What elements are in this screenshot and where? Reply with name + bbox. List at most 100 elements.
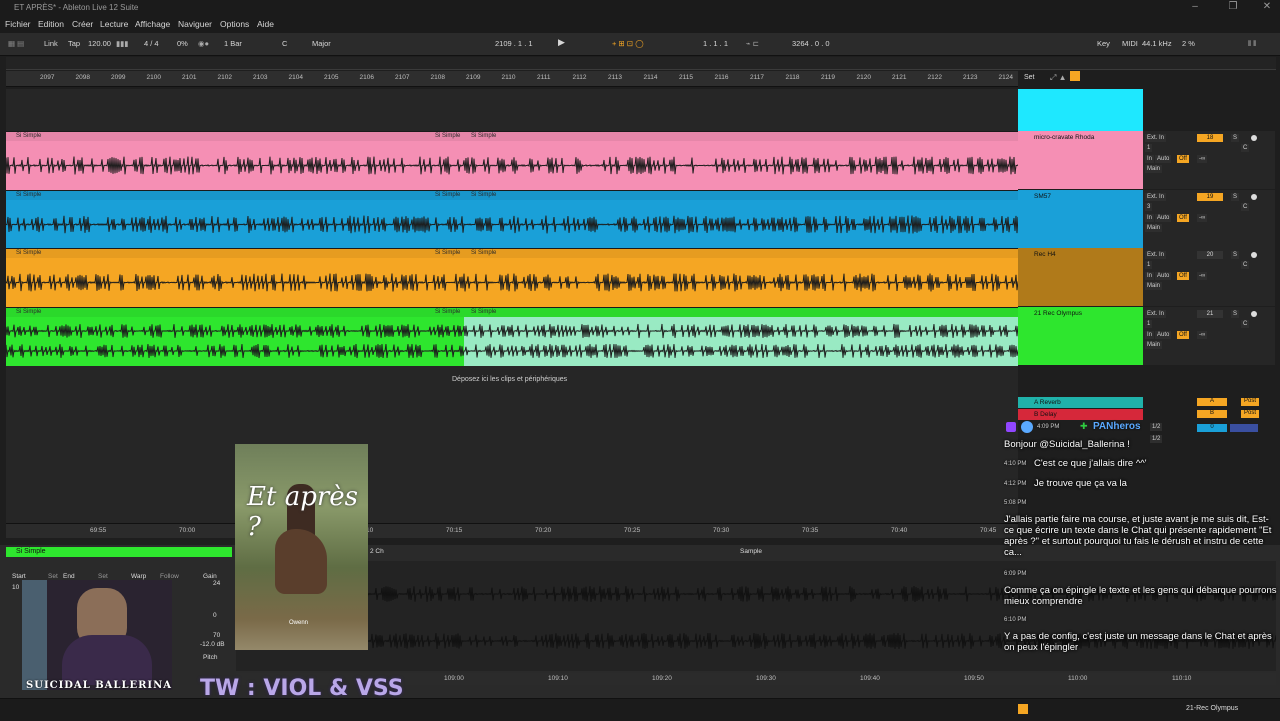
scale-select[interactable]: Major [312,39,331,48]
loop-icon[interactable]: ⌁ ⊏ [746,39,759,48]
start-set-button[interactable]: Set [48,573,58,580]
menu-lecture[interactable]: Lecture [100,19,128,29]
output-select[interactable]: Main [1145,341,1163,349]
close-icon[interactable]: ✕ [1260,1,1274,15]
return-track-b[interactable]: B Delay [1018,409,1143,420]
track-lane-2[interactable]: Si Simple Si Simple Si Simple [6,248,1018,307]
monitor-in[interactable]: In [1145,272,1155,280]
warp-button[interactable]: Warp [131,573,146,580]
clip-header[interactable]: Si Simple Si Simple Si Simple [6,132,1018,141]
monitor-auto[interactable]: Auto [1155,214,1172,222]
draw-icon[interactable] [1070,71,1080,81]
return-a-post[interactable]: Post [1241,398,1259,406]
monitor-off[interactable]: Off [1177,331,1189,339]
pan-center[interactable]: C [1241,144,1250,152]
clip-header[interactable]: Si Simple Si Simple Si Simple [6,191,1018,200]
end-set-button[interactable]: Set [98,573,108,580]
menu-aide[interactable]: Aide [257,19,274,29]
monitor-auto[interactable]: Auto [1155,331,1172,339]
pan-center[interactable]: C [1241,203,1250,211]
drop-zone[interactable]: Déposez ici les clips et périphériques [452,376,567,383]
track-lane-1[interactable]: Si Simple Si Simple Si Simple [6,190,1018,249]
return-a-send[interactable]: A [1197,398,1227,406]
track-lane-0[interactable]: Si Simple Si Simple Si Simple [6,131,1018,190]
menu-naviguer[interactable]: Naviguer [178,19,212,29]
signature-field[interactable]: 4 / 4 [144,39,159,48]
expand-icon[interactable]: ⤢ ▲ [1050,73,1067,83]
input-select[interactable]: Ext. In [1145,251,1167,259]
clip-header[interactable]: Si Simple Si Simple Si Simple [6,308,1018,317]
status-arrow-icon[interactable] [1018,704,1028,714]
header-track-cyan[interactable] [1018,89,1143,131]
track-number[interactable]: 19 [1197,193,1223,201]
arm-record-icon[interactable] [1251,311,1257,317]
channel-select[interactable]: 3 [1145,203,1153,211]
loop-start-field[interactable]: 1 . 1 . 1 [703,39,728,48]
track-header-3[interactable]: 21 Rec Olympus [1018,307,1143,365]
monitor-in[interactable]: In [1145,214,1155,222]
percent-field[interactable]: 0% [177,39,188,48]
track-number[interactable]: 21 [1197,310,1223,318]
return-track-a[interactable]: A Reverb [1018,397,1143,408]
sample-tab[interactable]: Sample [740,548,762,555]
view-toggle-icon[interactable]: ⫴ ⫴ [1248,39,1256,49]
return-b-send[interactable]: B [1197,410,1227,418]
arm-record-icon[interactable] [1251,194,1257,200]
start-value[interactable]: 10 [12,584,19,591]
input-select[interactable]: Ext. In [1145,193,1167,201]
return-b-post[interactable]: Post [1241,410,1259,418]
track-header-2[interactable]: Rec H4 [1018,248,1143,306]
monitor-auto[interactable]: Auto [1155,155,1172,163]
bar-ruler[interactable]: 2097 2098 2099 2100 2101 2102 2103 2104 2105 2106… [6,71,1018,87]
key-map-button[interactable]: Key [1097,39,1110,48]
menu-creer[interactable]: Créer [72,19,93,29]
set-button[interactable]: Set [1024,74,1035,81]
channel-select[interactable]: 1 [1145,144,1153,152]
track-number[interactable]: 18 [1197,134,1223,142]
monitor-off[interactable]: Off [1177,155,1189,163]
time-ruler[interactable]: 69:5570:0070:0570:1070:1570:2070:2570:30… [6,523,1018,538]
key-select[interactable]: C [282,39,287,48]
pan-center[interactable]: C [1241,320,1250,328]
track-lane-3[interactable]: Si Simple Si Simple Si Simple [6,307,1018,366]
input-select[interactable]: Ext. In [1145,134,1167,142]
output-select[interactable]: Main [1145,165,1163,173]
pan-center[interactable]: C [1241,261,1250,269]
quantize-select[interactable]: 1 Bar [224,39,242,48]
clip-title-bar[interactable]: Si Simple [6,547,232,557]
channel-select[interactable]: 1 [1145,261,1153,269]
metronome-icon[interactable]: ◉● [198,39,209,48]
input-select[interactable]: Ext. In [1145,310,1167,318]
follow-button[interactable]: Follow [160,573,179,580]
solo-button[interactable]: S [1231,134,1240,142]
link-button[interactable]: Link [44,39,58,48]
track-header-1[interactable]: SM57 [1018,190,1143,248]
track-header-0[interactable]: micro-cravate Rhoda [1018,131,1143,189]
monitor-in[interactable]: In [1145,155,1155,163]
menu-fichier[interactable]: Fichier [5,19,31,29]
clip-header[interactable]: Si Simple Si Simple Si Simple [6,249,1018,258]
solo-button[interactable]: S [1231,193,1240,201]
overview-strip[interactable] [6,57,1276,70]
track-number[interactable]: 20 [1197,251,1223,259]
nudge-icon[interactable]: ▮▮▮ [116,39,128,48]
minimize-icon[interactable]: – [1188,1,1202,15]
play-icon[interactable]: ▶ [558,37,565,48]
midi-map-button[interactable]: MIDI [1122,39,1138,48]
arm-record-icon[interactable] [1251,252,1257,258]
tap-button[interactable]: Tap [68,39,80,48]
monitor-off[interactable]: Off [1177,272,1189,280]
monitor-auto[interactable]: Auto [1155,272,1172,280]
tempo-field[interactable]: 120.00 [88,39,111,48]
output-select[interactable]: Main [1145,224,1163,232]
menu-affichage[interactable]: Affichage [135,19,170,29]
solo-button[interactable]: S [1231,310,1240,318]
gain-value[interactable]: -12.0 dB [200,641,225,648]
maximize-icon[interactable]: ❐ [1226,1,1240,15]
arm-record-icon[interactable] [1251,135,1257,141]
menu-edition[interactable]: Edition [38,19,64,29]
grid-icon[interactable]: ▦ ▤ [8,39,24,48]
monitor-off[interactable]: Off [1177,214,1189,222]
solo-button[interactable]: S [1231,251,1240,259]
menu-options[interactable]: Options [220,19,249,29]
